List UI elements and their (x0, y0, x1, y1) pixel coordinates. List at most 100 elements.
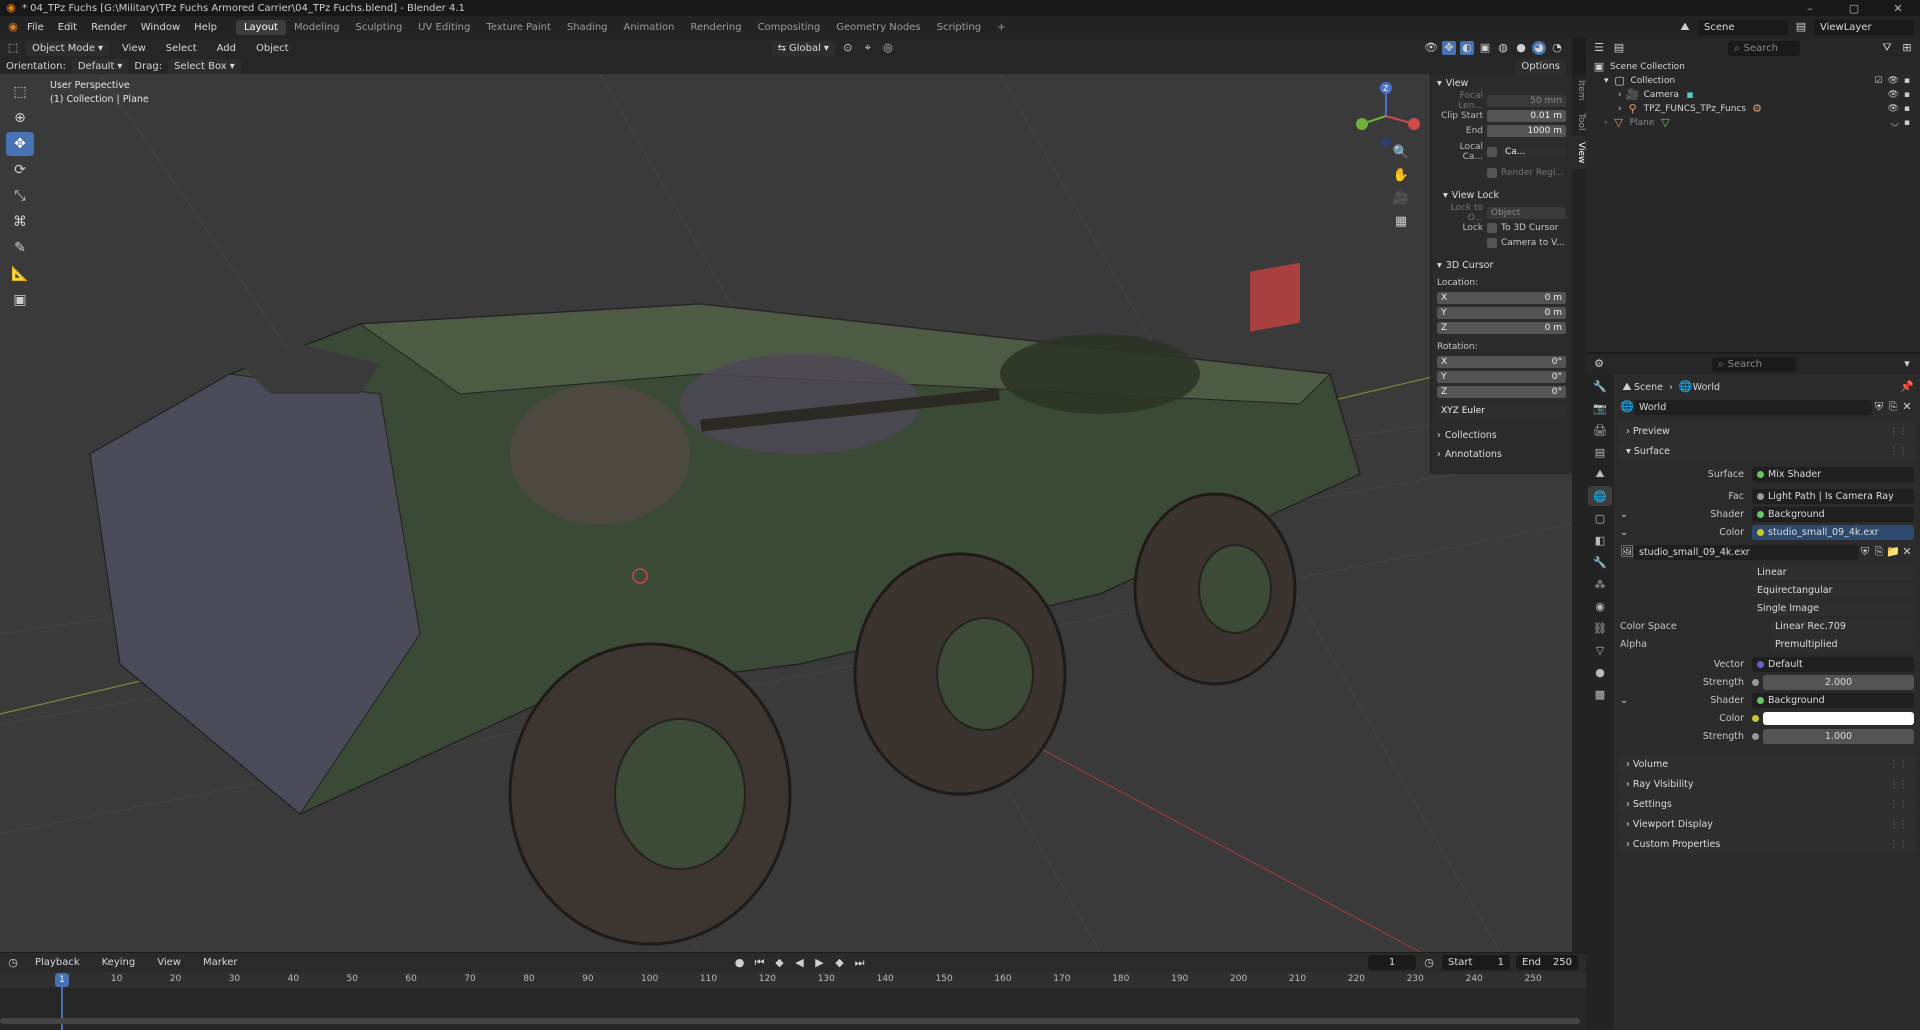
view-layer-tab-icon[interactable]: ▤ (1588, 442, 1612, 462)
rendered-shading-icon[interactable]: ◔ (1550, 41, 1564, 55)
measure-icon[interactable]: 📐 (6, 262, 34, 286)
start-frame-field[interactable]: Start 1 (1442, 955, 1510, 970)
transform-orientation[interactable]: ⇆ Global ▾ (771, 40, 835, 56)
camera-render-icon[interactable]: ▪ (1904, 118, 1910, 128)
rotate-icon[interactable]: ⟳ (6, 158, 34, 182)
3d-viewport[interactable]: User Perspective (1) Collection | Plane (0, 74, 1572, 952)
chevron-down-icon[interactable]: ⌄ (1620, 527, 1630, 538)
tab-view[interactable]: View (1572, 135, 1586, 170)
add-workspace-icon[interactable]: + (989, 20, 1013, 35)
drag-handle-icon[interactable]: ⋮⋮ (1889, 779, 1908, 790)
render-region-checkbox[interactable] (1487, 167, 1497, 178)
menu-help[interactable]: Help (187, 22, 224, 33)
visibility-icon[interactable]: 👁 (1424, 41, 1438, 55)
tab-rendering[interactable]: Rendering (682, 20, 749, 35)
tab-geometry-nodes[interactable]: Geometry Nodes (828, 20, 928, 35)
outliner-editor-icon[interactable]: ☰ (1592, 41, 1606, 55)
vp-menu-view[interactable]: View (115, 43, 153, 54)
menu-edit[interactable]: Edit (51, 22, 84, 33)
material-tab-icon[interactable]: ● (1588, 662, 1612, 682)
lock-camera-checkbox[interactable] (1487, 237, 1497, 248)
properties-editor-icon[interactable]: ⚙ (1592, 357, 1606, 371)
chevron-down-icon[interactable]: ⌄ (1620, 509, 1630, 520)
camera-render-icon[interactable]: ▪ (1904, 90, 1910, 100)
jump-start-icon[interactable]: ⏮ (753, 956, 767, 970)
cursor-icon[interactable]: ⊕ (6, 106, 34, 130)
select-box-icon[interactable]: ⬚ (6, 80, 34, 104)
outliner-row-collection[interactable]: ▾ ▢ Collection ☑ 👁 ▪ (1586, 74, 1920, 88)
settings-section-header[interactable]: › Settings ⋮⋮ (1618, 795, 1916, 814)
tab-shading[interactable]: Shading (559, 20, 616, 35)
timeline-keying-menu[interactable]: Keying (95, 957, 143, 968)
scene-tab-icon[interactable]: ⛰ (1588, 464, 1612, 484)
tab-uv-editing[interactable]: UV Editing (410, 20, 478, 35)
drag-handle-icon[interactable]: ⋮⋮ (1889, 799, 1908, 810)
tab-tool[interactable]: Tool (1572, 107, 1586, 136)
cursor-rotation-z[interactable]: Z 0° (1437, 385, 1566, 398)
ray-visibility-section-header[interactable]: › Ray Visibility ⋮⋮ (1618, 775, 1916, 794)
timeline-playback-menu[interactable]: Playback (28, 957, 87, 968)
filter-icon[interactable]: ⛛ (1880, 41, 1894, 55)
viewport-display-section-header[interactable]: › Viewport Display ⋮⋮ (1618, 815, 1916, 834)
clip-end-field[interactable]: 1000 m (1487, 124, 1566, 137)
orientation-selector[interactable]: Default ▾ (71, 58, 129, 74)
shader1-field[interactable]: Background (1752, 506, 1914, 522)
timeline-marker-menu[interactable]: Marker (196, 957, 245, 968)
strength2-field[interactable]: 1.000 (1763, 728, 1914, 744)
add-cube-icon[interactable]: ▣ (6, 288, 34, 312)
record-icon[interactable]: ● (733, 956, 747, 970)
zoom-icon[interactable]: 🔍 (1390, 142, 1412, 162)
render-tab-icon[interactable]: 📷 (1588, 398, 1612, 418)
tab-compositing[interactable]: Compositing (750, 20, 829, 35)
snap-icon[interactable]: ⌖ (861, 41, 875, 55)
collection-tab-icon[interactable]: ▢ (1588, 508, 1612, 528)
xray-icon[interactable]: ▣ (1478, 41, 1492, 55)
tool-tab-icon[interactable]: 🔧 (1588, 376, 1612, 396)
drag-handle-icon[interactable]: ⋮⋮ (1889, 839, 1908, 850)
scale-icon[interactable]: ⤡ (6, 184, 34, 208)
end-frame-field[interactable]: End 250 (1516, 955, 1578, 970)
outliner-row-camera[interactable]: › 🎥 Camera ▪ 👁 ▪ (1586, 88, 1920, 102)
duplicate-icon[interactable]: ⎘ (1872, 545, 1886, 559)
tab-texture-paint[interactable]: Texture Paint (478, 20, 559, 35)
tab-modeling[interactable]: Modeling (286, 20, 348, 35)
modifier-tab-icon[interactable]: 🔧 (1588, 552, 1612, 572)
outliner-row-plane[interactable]: › ▽ Plane ▽ ◡ ▪ (1586, 116, 1920, 130)
pin-icon[interactable]: 📌 (1900, 380, 1914, 394)
drag-handle-icon[interactable]: ⋮⋮ (1889, 426, 1908, 437)
preview-range-icon[interactable]: ◷ (1422, 956, 1436, 970)
move-icon[interactable]: ✥ (6, 132, 34, 156)
eye-icon[interactable]: 👁 (1887, 104, 1898, 114)
interpolation-select[interactable]: Linear (1752, 564, 1914, 580)
drag-handle-icon[interactable]: ⋮⋮ (1889, 759, 1908, 770)
camera-view-icon[interactable]: 🎥 (1390, 188, 1412, 208)
world-tab-icon[interactable]: 🌐 (1588, 486, 1612, 506)
maximize-button[interactable]: ▢ (1832, 2, 1876, 15)
vp-menu-add[interactable]: Add (210, 43, 243, 54)
cursor-rotation-y[interactable]: Y 0° (1437, 370, 1566, 383)
overlays-icon[interactable]: ◐ (1460, 41, 1474, 55)
cursor-location-x[interactable]: X 0 m (1437, 291, 1566, 304)
projection-select[interactable]: Equirectangular (1752, 582, 1914, 598)
fake-user-icon[interactable]: ⛨ (1872, 400, 1886, 414)
annotate-icon[interactable]: ✎ (6, 236, 34, 260)
display-mode-icon[interactable]: ▤ (1612, 41, 1626, 55)
new-collection-icon[interactable]: ⊞ (1900, 41, 1914, 55)
cursor-section-header[interactable]: ▾ 3D Cursor (1431, 256, 1572, 275)
folder-icon[interactable]: 📁 (1886, 545, 1900, 559)
viewlayer-selector[interactable]: ViewLayer (1814, 19, 1914, 35)
drag-handle-icon[interactable]: ⋮⋮ (1889, 819, 1908, 830)
shader2-field[interactable]: Background (1752, 692, 1914, 708)
pan-hand-icon[interactable]: ✋ (1390, 165, 1412, 185)
data-tab-icon[interactable]: ▽ (1588, 640, 1612, 660)
vector-field[interactable]: Default (1752, 656, 1914, 672)
outliner-search-input[interactable]: ⌕ Search (1728, 40, 1800, 56)
jump-end-icon[interactable]: ⏭ (853, 956, 867, 970)
particles-tab-icon[interactable]: ⁂ (1588, 574, 1612, 594)
output-tab-icon[interactable]: 🖨 (1588, 420, 1612, 440)
playhead[interactable]: 1 (55, 973, 69, 987)
vp-menu-select[interactable]: Select (159, 43, 204, 54)
menu-file[interactable]: File (20, 22, 51, 33)
wireframe-shading-icon[interactable]: ◍ (1496, 41, 1510, 55)
outliner-row-scene-collection[interactable]: ▣ Scene Collection (1586, 60, 1920, 74)
